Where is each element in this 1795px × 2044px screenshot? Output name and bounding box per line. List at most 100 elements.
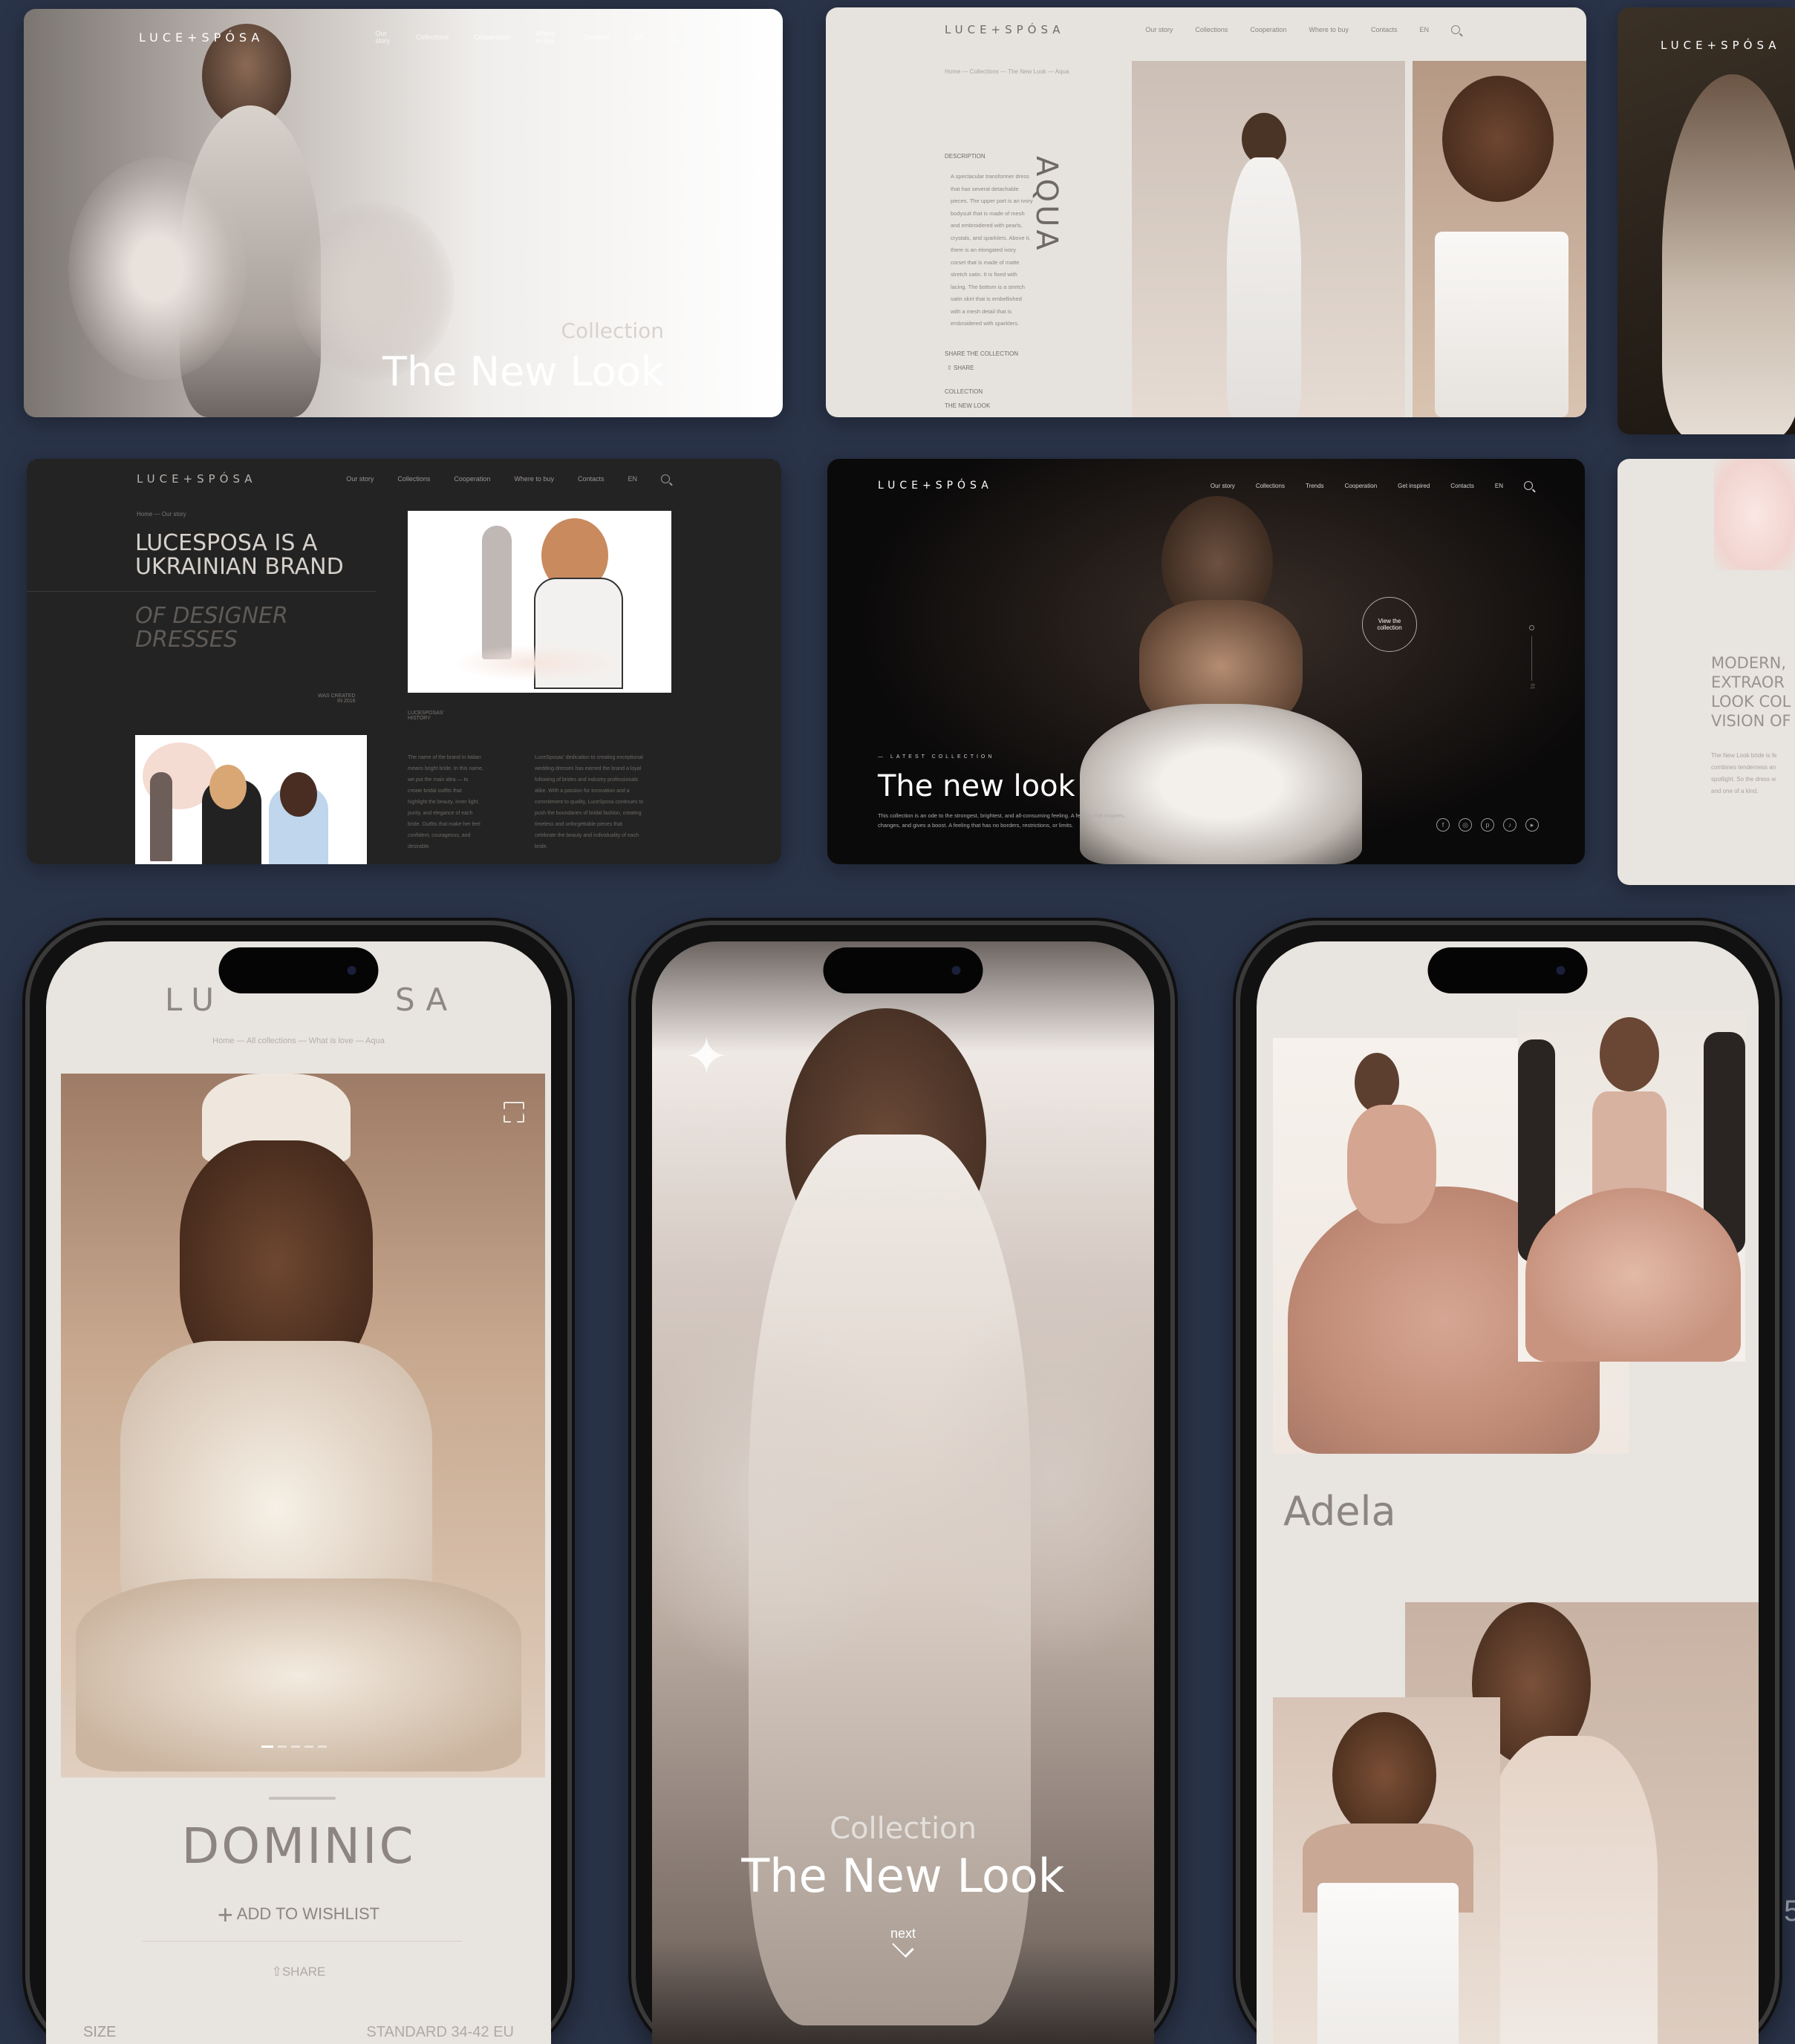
dynamic-island	[218, 947, 379, 993]
description-label: DESCRIPTION	[945, 153, 986, 160]
hero-card-new-look: LUCE+SPÓSA Our story Collections Coopera…	[24, 9, 783, 417]
divider	[27, 591, 376, 592]
next-button[interactable]: next	[652, 1926, 1154, 1958]
latest-description: This collection is an ode to the stronge…	[878, 812, 1126, 829]
menu-collections[interactable]: Collections	[1195, 26, 1228, 33]
collection-headline: MODERN, EXTRAOR LOOK COL VISION OF	[1711, 654, 1791, 730]
menu-where-to-buy[interactable]: Where to buy	[535, 30, 558, 45]
dynamic-island	[1427, 947, 1588, 993]
collection-label: COLLECTION	[945, 388, 983, 395]
search-icon[interactable]	[1524, 481, 1533, 490]
menu-contacts[interactable]: Contacts	[583, 33, 610, 41]
sparkle-icon: ✦	[685, 1028, 729, 1085]
slide-counter: 01	[1529, 683, 1535, 690]
menu-our-story[interactable]: Our story	[346, 475, 374, 483]
main-menu: Our story Collections Cooperation Where …	[375, 30, 675, 45]
sheet-handle[interactable]	[269, 1797, 336, 1800]
add-to-wishlist-button[interactable]: + ADD TO WISHLIST	[46, 1899, 551, 1930]
story-column-1: The name of the brand in Italian means br…	[408, 755, 483, 849]
search-icon[interactable]	[668, 33, 675, 42]
share-icon: ⇧	[947, 365, 954, 371]
collection-value[interactable]: THE NEW LOOK	[945, 402, 990, 409]
story-headline: LUCESPOSA IS A UKRAINIAN BRAND	[135, 530, 344, 580]
slider-pagination[interactable]: 01	[1529, 625, 1535, 699]
created-label: WAS CREATED IN 2016	[318, 693, 356, 704]
plus-icon: +	[217, 1899, 233, 1930]
brand-logo[interactable]: LUCE+SPÓSA	[139, 30, 264, 45]
phone-screen: Adela	[1257, 941, 1759, 2044]
product-nav: LUCE+SPÓSA Our story Collections Coopera…	[826, 7, 1586, 52]
breadcrumb: Home — Our story	[137, 511, 186, 517]
partial-light-card: MODERN, EXTRAOR LOOK COL VISION OF The New …	[1618, 459, 1795, 885]
gallery-dots[interactable]	[261, 1746, 327, 1748]
product-photo-detail[interactable]	[1413, 61, 1586, 417]
our-story-card: LUCE+SPÓSA Our story Collections Coopera…	[27, 459, 781, 864]
model-photo	[1662, 74, 1795, 434]
menu-collections[interactable]: Collections	[416, 33, 449, 41]
menu-our-story[interactable]: Our story	[375, 30, 391, 45]
menu-contacts[interactable]: Contacts	[578, 475, 605, 483]
phone-collection-hero: ✦ Collection The New Look next	[631, 921, 1175, 2044]
pinterest-icon[interactable]: p	[1481, 818, 1494, 832]
fullscreen-icon[interactable]	[504, 1102, 524, 1123]
menu-cooperation[interactable]: Cooperation	[454, 475, 490, 483]
latest-collection-card: LUCE+SPÓSA Our story Collections Trends …	[827, 459, 1585, 864]
divider	[143, 1941, 462, 1942]
collection-text: The New Look bride is fe combines tendern…	[1711, 752, 1777, 794]
menu-contacts[interactable]: Contacts	[1371, 26, 1398, 33]
product-photo-full[interactable]	[1132, 61, 1405, 417]
menu-where-to-buy[interactable]: Where to buy	[514, 475, 554, 483]
collection-title: The New Look	[741, 1849, 1065, 1903]
tiktok-icon[interactable]: ♪	[1503, 818, 1517, 832]
dress-name: AQUA	[1029, 156, 1063, 253]
size-value: STANDARD 34-42 EU	[366, 2024, 514, 2040]
gallery-photo-2[interactable]	[1518, 1010, 1745, 1362]
menu-get-inspired[interactable]: Get inspired	[1398, 483, 1430, 489]
lace-photo	[1714, 459, 1795, 570]
view-collection-button[interactable]: View the collection	[1362, 597, 1417, 652]
share-button[interactable]: ⇧ SHARE	[947, 365, 974, 371]
illustration-team	[135, 735, 367, 864]
size-label: SIZE	[83, 2024, 117, 2040]
dynamic-island	[823, 947, 983, 993]
menu-cooperation[interactable]: Cooperation	[474, 33, 510, 41]
description-text: A spectacular transformer dress that has …	[951, 173, 1033, 327]
language-select[interactable]: EN	[628, 475, 637, 483]
search-icon[interactable]	[1451, 25, 1460, 34]
breadcrumb: Home — Collections — The New Look — Aqua	[945, 68, 1069, 75]
menu-where-to-buy[interactable]: Where to buy	[1309, 26, 1349, 33]
social-links: f ◎ p ♪ ▸	[1436, 818, 1539, 832]
phone-screen: LU SA Home — All collections — What is l…	[46, 941, 551, 2044]
partial-dark-card: LUCE+SPÓSA	[1618, 7, 1795, 434]
menu-contacts[interactable]: Contacts	[1450, 483, 1474, 489]
phone-screen: ✦ Collection The New Look next	[652, 941, 1154, 2044]
collection-eyebrow: Collection	[830, 1812, 977, 1846]
language-select[interactable]: EN	[634, 33, 644, 41]
gallery-photo-4[interactable]	[1273, 1697, 1500, 2044]
history-label: LUCESPOSAS' HISTORY	[408, 711, 444, 721]
share-label: SHARE THE COLLECTION	[945, 350, 1018, 357]
menu-cooperation[interactable]: Cooperation	[1250, 26, 1286, 33]
language-select[interactable]: EN	[1419, 26, 1429, 33]
menu-our-story[interactable]: Our story	[1145, 26, 1173, 33]
brand-logo[interactable]: LUCE+SPÓSA	[1661, 39, 1781, 52]
latest-eyebrow: — LATEST COLLECTION	[878, 754, 995, 760]
brand-logo[interactable]: LUCE+SPÓSA	[137, 472, 257, 486]
edge-number: 5	[1784, 1895, 1795, 1927]
menu-collections[interactable]: Collections	[397, 475, 430, 483]
facebook-icon[interactable]: f	[1436, 818, 1450, 832]
search-icon[interactable]	[661, 474, 670, 483]
phone-gallery-adela: Adela	[1236, 921, 1779, 2044]
illustration-designer	[408, 511, 671, 693]
dress-name: Adela	[1283, 1488, 1396, 1535]
brand-logo[interactable]: LUCE+SPÓSA	[945, 23, 1065, 36]
brand-logo[interactable]: LUCE+SPÓSA	[878, 480, 993, 492]
latest-title: The new look	[878, 769, 1075, 803]
hero-title: The New Look	[382, 348, 664, 395]
youtube-icon[interactable]: ▸	[1525, 818, 1539, 832]
instagram-icon[interactable]: ◎	[1459, 818, 1472, 832]
language-select[interactable]: EN	[1495, 483, 1503, 489]
product-gallery[interactable]	[61, 1074, 545, 1777]
product-card-aqua: LUCE+SPÓSA Our story Collections Coopera…	[826, 7, 1586, 417]
share-button[interactable]: ⇧SHARE	[46, 1965, 551, 1979]
